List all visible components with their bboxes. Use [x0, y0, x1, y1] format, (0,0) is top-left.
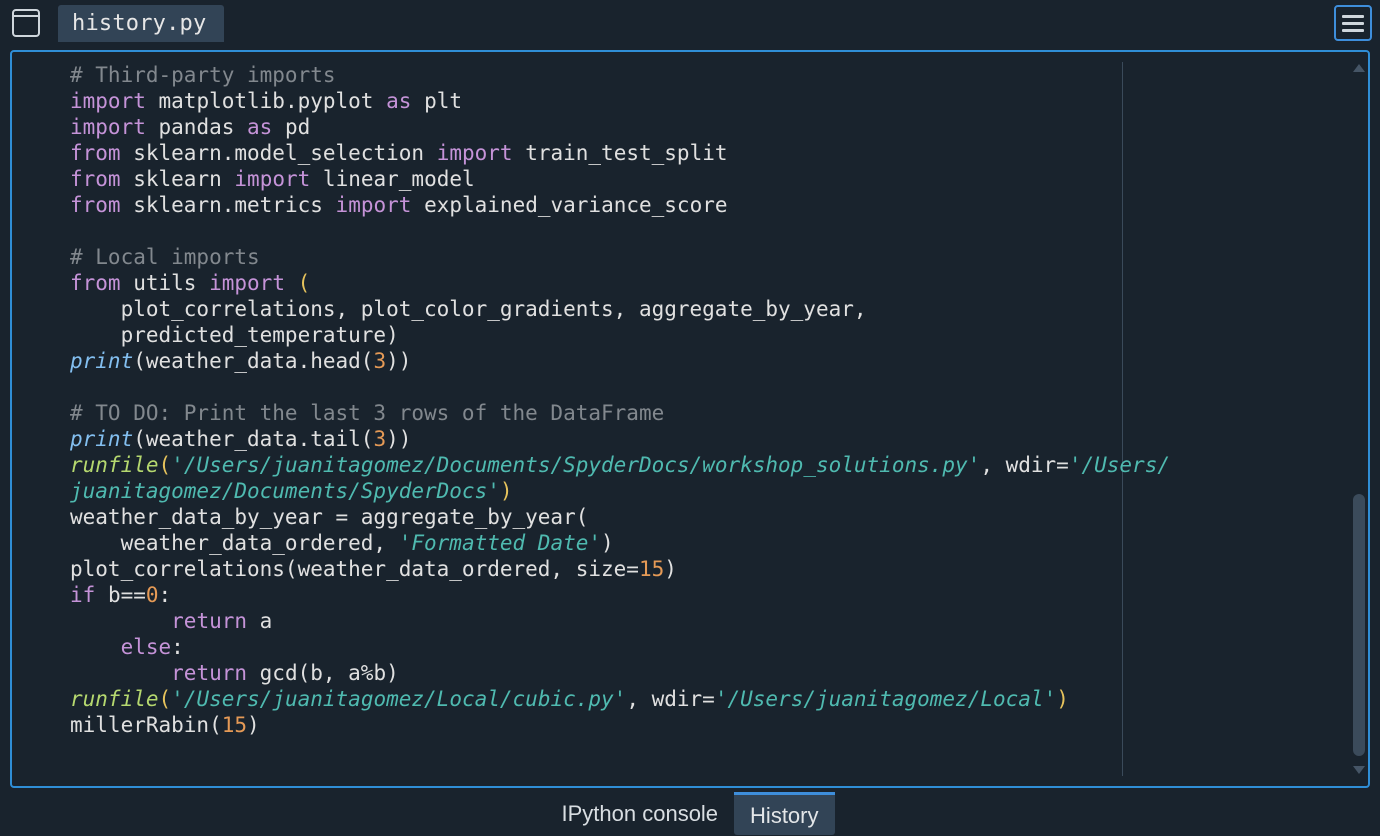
code-comment: # Third-party imports	[70, 63, 336, 87]
code-line: runfile('/Users/juanitagomez/Documents/S…	[70, 452, 1348, 478]
code-line: plot_correlations(weather_data_ordered, …	[70, 556, 1348, 582]
code-line: weather_data_ordered, 'Formatted Date')	[70, 530, 1348, 556]
code-line: weather_data_by_year = aggregate_by_year…	[70, 505, 588, 529]
scroll-up-icon[interactable]	[1353, 64, 1365, 72]
code-comment: # Local imports	[70, 245, 260, 269]
bottom-tab-bar: IPython console History	[0, 790, 1380, 836]
code-line: millerRabin(15)	[70, 712, 1348, 738]
options-menu-button[interactable]	[1334, 5, 1372, 41]
code-line: juanitagomez/Documents/SpyderDocs')	[70, 478, 1348, 504]
code-line: import matplotlib.pyplot as plt	[70, 88, 1348, 114]
code-line: print(weather_data.head(3))	[70, 348, 1348, 374]
vertical-scrollbar[interactable]	[1352, 64, 1366, 774]
code-line: from sklearn.metrics import explained_va…	[70, 192, 1348, 218]
code-line: else:	[70, 634, 1348, 660]
tab-history[interactable]: History	[734, 792, 834, 835]
scroll-down-icon[interactable]	[1353, 766, 1365, 774]
code-comment: # TO DO: Print the last 3 rows of the Da…	[70, 401, 664, 425]
code-line: from utils import (	[70, 270, 1348, 296]
code-line: from sklearn import linear_model	[70, 166, 1348, 192]
app-root: history.py # Third-party imports import …	[0, 0, 1380, 836]
code-area[interactable]: # Third-party imports import matplotlib.…	[70, 62, 1348, 776]
code-line: return gcd(b, a%b)	[70, 660, 1348, 686]
code-line: import pandas as pd	[70, 114, 1348, 140]
code-line: return a	[70, 608, 1348, 634]
top-tab-bar: history.py	[0, 0, 1380, 46]
code-line: predicted_temperature)	[70, 323, 399, 347]
code-line: plot_correlations, plot_color_gradients,…	[70, 297, 867, 321]
code-line: if b==0:	[70, 582, 1348, 608]
code-line: runfile('/Users/juanitagomez/Local/cubic…	[70, 686, 1348, 712]
history-editor-pane: # Third-party imports import matplotlib.…	[10, 50, 1370, 788]
code-line: print(weather_data.tail(3))	[70, 426, 1348, 452]
browse-tabs-button[interactable]	[12, 9, 40, 37]
code-line: from sklearn.model_selection import trai…	[70, 140, 1348, 166]
file-tab-history[interactable]: history.py	[58, 5, 224, 42]
tab-ipython-console[interactable]: IPython console	[546, 793, 735, 833]
scrollbar-thumb[interactable]	[1353, 494, 1365, 756]
